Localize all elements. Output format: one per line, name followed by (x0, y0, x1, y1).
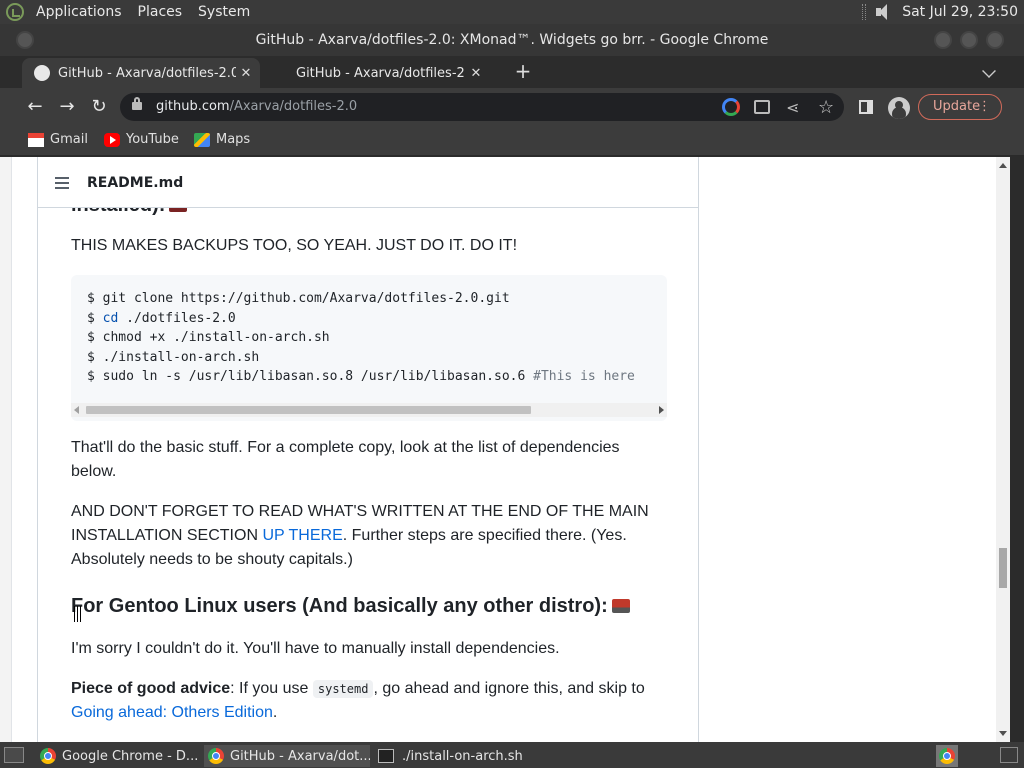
ibeam-cursor-icon (74, 606, 81, 622)
paragraph-advice: Piece of good advice: If you use systemd… (71, 680, 645, 721)
new-tab-plus-icon[interactable]: + (512, 60, 534, 82)
gmail-icon (28, 132, 44, 147)
window-titlebar[interactable]: GitHub - Axarva/dotfiles-2.0: XMonad™. W… (0, 24, 1024, 56)
readme-panel: README.md installed): THIS MAKES BACKUPS… (37, 157, 699, 742)
window-border (1010, 157, 1024, 742)
clock[interactable]: Sat Jul 29, 23:50 (902, 4, 1018, 20)
scroll-right-arrow-icon[interactable] (659, 406, 664, 414)
places-menu[interactable]: Places (130, 0, 191, 24)
top-panel: Applications Places System Sat Jul 29, 2… (0, 0, 1024, 24)
chrome-icon (939, 748, 955, 764)
tab-close-icon[interactable]: ✕ (466, 66, 486, 81)
up-there-link[interactable]: UP THERE (262, 527, 342, 544)
paragraph-backups: THIS MAKES BACKUPS TOO, SO YEAH. JUST DO… (71, 237, 518, 254)
code-content[interactable]: $ git clone https://github.com/Axarva/do… (87, 289, 635, 387)
back-arrow-icon[interactable]: ← (24, 96, 46, 118)
forward-arrow-icon[interactable]: → (56, 96, 78, 118)
close-window-button[interactable] (986, 31, 1004, 49)
terminal-icon (378, 749, 394, 763)
workspace-pager[interactable] (1000, 747, 1018, 763)
scrollbar-thumb[interactable] (86, 406, 531, 414)
readme-filename: README.md (87, 175, 184, 191)
browser-toolbar: ← → ↻ github.com/Axarva/dotfiles-2.0 Upd… (0, 88, 1024, 126)
paragraph-dont-forget: AND DON'T FORGET TO READ WHAT'S WRITTEN … (71, 503, 649, 568)
bookmark-maps[interactable]: Maps (194, 132, 250, 147)
tab-github-2[interactable]: GitHub - Axarva/dotfiles-2.0: XMonad ✕ (272, 58, 500, 88)
profile-avatar-icon[interactable] (888, 97, 910, 119)
paragraph-basic-stuff: That'll do the basic stuff. For a comple… (71, 439, 620, 480)
kebab-menu-icon: ⋮ (978, 99, 991, 114)
google-lens-icon[interactable] (722, 98, 740, 116)
scroll-left-arrow-icon[interactable] (74, 406, 79, 414)
outline-list-icon[interactable] (55, 177, 69, 189)
task-google-chrome[interactable]: Google Chrome - D... (36, 745, 200, 767)
taskbar: Google Chrome - D... GitHub - Axarva/dot… (0, 742, 1024, 768)
show-desktop-icon[interactable] (4, 747, 24, 763)
tab-github-1[interactable]: GitHub - Axarva/dotfiles-2.0: XMonad ✕ (22, 58, 260, 88)
bookmark-star-icon[interactable] (818, 98, 836, 116)
code-block: $ git clone https://github.com/Axarva/do… (71, 275, 667, 421)
bookmark-youtube[interactable]: YouTube (104, 132, 179, 147)
scroll-up-arrow-icon[interactable] (999, 163, 1007, 168)
address-url[interactable]: github.com/Axarva/dotfiles-2.0 (156, 99, 357, 114)
update-button[interactable]: Update ⋮ (918, 94, 1002, 120)
window-title: GitHub - Axarva/dotfiles-2.0: XMonad™. W… (255, 32, 769, 48)
inline-code: systemd (312, 680, 374, 698)
applications-menu[interactable]: Applications (28, 0, 130, 24)
bookmark-gmail[interactable]: Gmail (28, 132, 88, 147)
page-vertical-scrollbar[interactable] (996, 157, 1010, 742)
system-menu[interactable]: System (190, 0, 258, 24)
install-app-icon[interactable] (754, 100, 770, 114)
youtube-icon (104, 132, 120, 147)
task-terminal[interactable]: ./install-on-arch.sh (374, 745, 574, 767)
reload-icon[interactable]: ↻ (88, 96, 110, 118)
chrome-icon (40, 748, 56, 764)
lock-icon[interactable] (132, 97, 142, 110)
readme-header: README.md (38, 157, 698, 208)
scrollbar-thumb[interactable] (999, 548, 1007, 588)
address-bar[interactable]: github.com/Axarva/dotfiles-2.0 (120, 93, 844, 121)
heading-gentoo: For Gentoo Linux users (And basically an… (71, 595, 630, 618)
github-favicon-icon (34, 65, 50, 81)
tab-close-icon[interactable]: ✕ (236, 66, 256, 81)
maximize-button[interactable] (960, 31, 978, 49)
tab-strip: GitHub - Axarva/dotfiles-2.0: XMonad ✕ G… (0, 56, 1024, 88)
scroll-down-arrow-icon[interactable] (999, 731, 1007, 736)
tray-separator (862, 4, 867, 20)
left-gutter (0, 157, 12, 742)
bookmarks-bar: Gmail YouTube Maps (0, 126, 1024, 156)
volume-icon[interactable] (874, 3, 894, 21)
side-panel-icon[interactable] (859, 100, 873, 114)
share-icon[interactable] (786, 98, 804, 116)
code-horizontal-scrollbar[interactable] (71, 403, 667, 417)
chrome-icon (208, 748, 224, 764)
tab-search-chevron-icon[interactable] (982, 64, 996, 78)
distro-logo-icon[interactable] (6, 3, 24, 21)
paragraph-sorry: I'm sorry I couldn't do it. You'll have … (71, 640, 560, 657)
train-emoji-icon (611, 599, 630, 613)
tray-chrome[interactable] (936, 745, 958, 767)
task-github-window[interactable]: GitHub - Axarva/dot... (204, 745, 370, 767)
maps-icon (194, 132, 210, 147)
minimize-button[interactable] (934, 31, 952, 49)
tab-label: GitHub - Axarva/dotfiles-2.0: XMonad (296, 65, 466, 81)
tab-label: GitHub - Axarva/dotfiles-2.0: XMonad (58, 65, 236, 81)
going-ahead-link[interactable]: Going ahead: Others Edition (71, 704, 273, 721)
page-viewport: README.md installed): THIS MAKES BACKUPS… (0, 157, 1010, 742)
